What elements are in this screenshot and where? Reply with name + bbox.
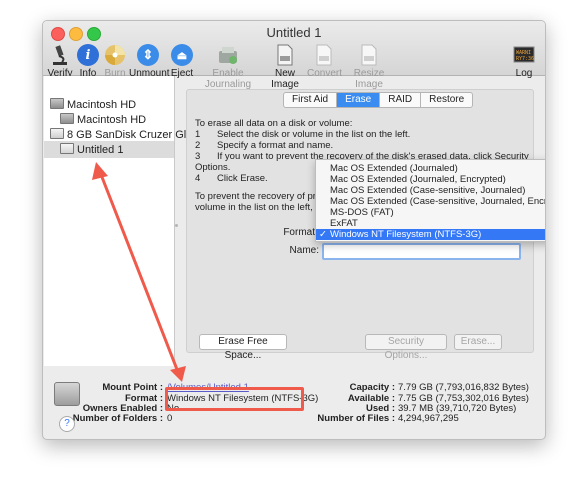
window-title: Untitled 1 xyxy=(266,25,322,40)
tab-raid[interactable]: RAID xyxy=(380,93,422,107)
instruction-step-number: 1 xyxy=(195,129,201,140)
sidebar-item-label: 8 GB SanDisk Cruzer Gli... xyxy=(67,129,198,141)
number-of-files-label: Number of Files : xyxy=(317,413,395,424)
new-image-label: New Image xyxy=(271,68,299,90)
tab-bar: First Aid Erase RAID Restore xyxy=(283,92,474,108)
format-option-selected[interactable]: ✓ Windows NT Filesystem (NTFS-3G) xyxy=(316,229,545,240)
burn-icon xyxy=(102,43,128,67)
sidebar-item-label: Macintosh HD xyxy=(77,114,147,126)
eject-icon: ⏏ xyxy=(171,44,193,66)
split-view-divider[interactable] xyxy=(175,224,178,227)
format-option[interactable]: ExFAT xyxy=(316,218,545,229)
resize-image-button[interactable]: Resize Image xyxy=(341,43,397,90)
log-icon: WARNI RY7:36 xyxy=(511,43,537,67)
enable-journaling-button[interactable]: Enable Journaling xyxy=(195,43,261,90)
format-option-label: Windows NT Filesystem (NTFS-3G) xyxy=(330,229,482,240)
sidebar-item-macintosh-hd-disk[interactable]: Macintosh HD xyxy=(50,98,136,112)
name-field[interactable] xyxy=(322,243,521,260)
log-button[interactable]: WARNI RY7:36 Log xyxy=(509,43,539,79)
instruction-paragraph: volume in the list on the left, and xyxy=(195,202,332,213)
unmount-icon: ⇕ xyxy=(137,44,159,66)
capacity-value: 7.79 GB (7,793,016,832 Bytes) xyxy=(398,382,529,393)
sidebar: Macintosh HD Macintosh HD 8 GB SanDisk C… xyxy=(44,76,198,366)
format-dropdown-menu: Mac OS Extended (Journaled) Mac OS Exten… xyxy=(315,159,545,242)
format-option[interactable]: Mac OS Extended (Case-sensitive, Journal… xyxy=(316,196,545,207)
eject-button[interactable]: ⏏ Eject xyxy=(167,43,197,79)
convert-icon xyxy=(311,43,337,67)
verify-button[interactable]: Verify xyxy=(45,43,75,79)
erase-button[interactable]: Erase... xyxy=(454,334,502,350)
erase-free-space-button[interactable]: Erase Free Space... xyxy=(199,334,287,361)
resize-image-icon xyxy=(356,43,382,67)
instructions-heading: To erase all data on a disk or volume: xyxy=(195,118,353,129)
sidebar-item-macintosh-hd-volume[interactable]: Macintosh HD xyxy=(60,113,146,127)
instruction-step: Click Erase. xyxy=(217,173,268,184)
number-of-files-value: 4,294,967,295 xyxy=(398,413,459,424)
sidebar-item-label: Untitled 1 xyxy=(77,144,124,156)
tab-erase[interactable]: Erase xyxy=(337,93,381,107)
sidebar-item-sandisk[interactable]: 8 GB SanDisk Cruzer Gli... xyxy=(50,128,198,142)
number-of-folders-label: Number of Folders : xyxy=(72,413,163,424)
format-annotation-box xyxy=(165,387,304,411)
instruction-step-cont: Options. xyxy=(195,162,231,173)
info-icon: i xyxy=(77,44,99,66)
disk-utility-window: Untitled 1 Verify i Info Burn ⇕ Unmount … xyxy=(42,20,546,440)
tab-restore[interactable]: Restore xyxy=(421,93,472,107)
format-option[interactable]: Mac OS Extended (Journaled) xyxy=(316,163,545,174)
info-button[interactable]: i Info xyxy=(75,43,101,79)
format-option[interactable]: Mac OS Extended (Journaled, Encrypted) xyxy=(316,174,545,185)
microscope-icon xyxy=(47,43,73,67)
mount-point-label: Mount Point : xyxy=(102,382,163,393)
format-option[interactable]: MS-DOS (FAT) xyxy=(316,207,545,218)
instruction-step: Select the disk or volume in the list on… xyxy=(217,129,411,140)
unmount-button[interactable]: ⇕ Unmount xyxy=(129,43,170,79)
svg-text:RY7:36: RY7:36 xyxy=(516,56,534,62)
convert-button[interactable]: Convert xyxy=(307,43,343,79)
new-image-button[interactable]: New Image xyxy=(263,43,307,90)
usb-disk-icon xyxy=(50,128,64,139)
format-label: Format xyxy=(283,227,315,238)
instruction-paragraph: To prevent the recovery of previc xyxy=(195,191,333,202)
journaling-icon xyxy=(215,43,241,67)
format-option[interactable]: Mac OS Extended (Case-sensitive, Journal… xyxy=(316,185,545,196)
tab-first-aid[interactable]: First Aid xyxy=(284,93,338,107)
volume-icon xyxy=(60,143,74,154)
number-of-folders-value: 0 xyxy=(167,413,173,424)
instruction-step-number: 2 xyxy=(195,140,201,151)
instruction-step: Specify a format and name. xyxy=(217,140,334,151)
sidebar-item-untitled-1[interactable]: Untitled 1 xyxy=(60,143,123,157)
hard-disk-icon xyxy=(50,98,64,109)
volume-icon xyxy=(60,113,74,124)
resize-image-label: Resize Image xyxy=(353,68,385,90)
help-button[interactable]: ? xyxy=(59,416,75,432)
checkmark-icon: ✓ xyxy=(319,229,327,240)
security-options-button[interactable]: Security Options... xyxy=(365,334,447,361)
new-image-icon xyxy=(272,43,298,67)
capacity-label: Capacity : xyxy=(349,382,395,393)
name-label: Name: xyxy=(289,245,319,256)
burn-button[interactable]: Burn xyxy=(101,43,129,79)
sidebar-item-label: Macintosh HD xyxy=(67,99,137,111)
log-label: Log xyxy=(515,68,533,79)
convert-label: Convert xyxy=(307,68,343,79)
instruction-step-number: 4 xyxy=(195,173,201,184)
instruction-step-number: 3 xyxy=(195,151,201,162)
titlebar: Untitled 1 Verify i Info Burn ⇕ Unmount … xyxy=(43,21,545,90)
enable-journaling-label: Enable Journaling xyxy=(204,68,252,90)
